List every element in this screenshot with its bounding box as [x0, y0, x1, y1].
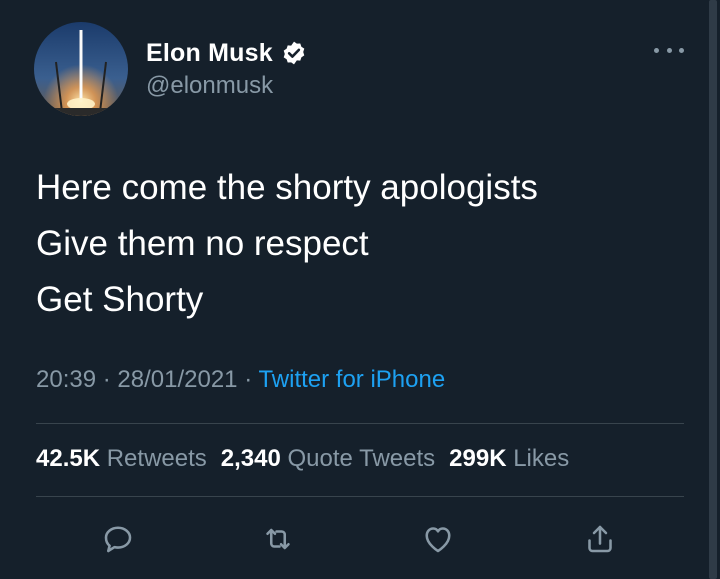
tweet-card: Elon Musk @elonmusk Here come the shorty…	[0, 0, 720, 579]
quote-tweets-label: Quote Tweets	[287, 445, 436, 472]
quote-tweets-stat[interactable]: 2,340 Quote Tweets	[221, 445, 435, 472]
retweets-count: 42.5K	[36, 445, 101, 472]
tweet-stats: 42.5K Retweets 2,340 Quote Tweets 299K Lik…	[36, 445, 569, 473]
likes-count: 299K	[449, 445, 507, 472]
retweets-stat[interactable]: 42.5K Retweets	[36, 445, 207, 472]
tweet-metadata: 20:39 · 28/01/2021 · Twitter for iPhone	[36, 366, 445, 394]
divider	[36, 423, 684, 424]
divider	[36, 496, 684, 497]
scrollbar[interactable]	[709, 0, 717, 579]
verified-badge-icon	[281, 40, 307, 66]
tweet-date[interactable]: 28/01/2021	[117, 366, 237, 393]
tweet-actions	[0, 515, 720, 565]
tweet-line: Get Shorty	[36, 280, 204, 319]
like-icon[interactable]	[420, 521, 456, 557]
tweet-source-link[interactable]: Twitter for iPhone	[258, 366, 445, 393]
tweet-line: Here come the shorty apologists	[36, 168, 538, 207]
share-icon[interactable]	[582, 521, 618, 557]
likes-stat[interactable]: 299K Likes	[449, 445, 569, 472]
tweet-text: Here come the shorty apologists Give the…	[36, 160, 676, 328]
author-handle[interactable]: @elonmusk	[146, 72, 273, 100]
likes-label: Likes	[513, 445, 570, 472]
retweets-label: Retweets	[106, 445, 207, 472]
author-avatar[interactable]	[34, 22, 128, 116]
rocket-launch-avatar	[34, 22, 128, 116]
retweet-icon[interactable]	[260, 521, 296, 557]
meta-separator: ·	[102, 366, 111, 393]
more-options-icon[interactable]	[654, 40, 684, 60]
tweet-time[interactable]: 20:39	[36, 366, 96, 393]
author-display-name[interactable]: Elon Musk	[146, 39, 273, 68]
tweet-line: Give them no respect	[36, 224, 369, 263]
meta-separator: ·	[244, 366, 253, 393]
reply-icon[interactable]	[100, 521, 136, 557]
author-name-row: Elon Musk	[146, 36, 307, 70]
quote-tweets-count: 2,340	[220, 445, 281, 472]
